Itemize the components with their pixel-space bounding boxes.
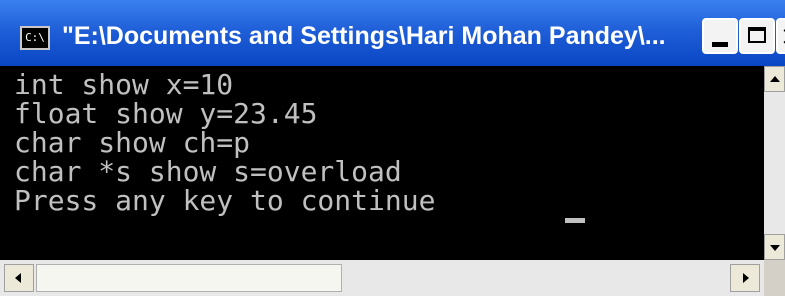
console-line: char show ch=p	[14, 126, 251, 159]
scroll-left-button[interactable]	[4, 264, 34, 292]
console-window: C:\ "E:\Documents and Settings\Hari Moha…	[0, 0, 785, 296]
console-line: char *s show s=overload	[14, 155, 402, 188]
console-line: float show y=23.45	[14, 97, 318, 130]
minimize-icon	[712, 42, 728, 47]
left-arrow-icon	[15, 273, 21, 283]
window-title: "E:\Documents and Settings\Hari Mohan Pa…	[62, 22, 666, 50]
console-output[interactable]: int show x=10 float show y=23.45 char sh…	[0, 66, 764, 260]
close-icon: ×	[780, 20, 785, 52]
resize-corner	[764, 260, 785, 296]
console-line: Press any key to continue	[14, 184, 436, 217]
right-arrow-icon	[743, 273, 749, 283]
scroll-thumb[interactable]	[36, 264, 342, 292]
minimize-button[interactable]	[702, 18, 738, 54]
console-line: int show x=10	[14, 68, 234, 101]
scroll-right-button[interactable]	[730, 264, 760, 292]
scroll-up-button[interactable]	[764, 66, 785, 92]
scroll-down-button[interactable]	[764, 234, 785, 260]
down-arrow-icon	[770, 245, 780, 251]
maximize-button[interactable]	[739, 18, 775, 54]
maximize-icon	[748, 27, 766, 43]
vertical-scrollbar[interactable]	[764, 66, 785, 260]
up-arrow-icon	[770, 76, 780, 82]
title-bar[interactable]: C:\ "E:\Documents and Settings\Hari Moha…	[0, 0, 785, 66]
text-cursor	[565, 218, 585, 223]
console-icon[interactable]: C:\	[20, 26, 50, 50]
horizontal-scrollbar[interactable]	[0, 260, 764, 296]
close-button[interactable]: ×	[776, 18, 785, 54]
